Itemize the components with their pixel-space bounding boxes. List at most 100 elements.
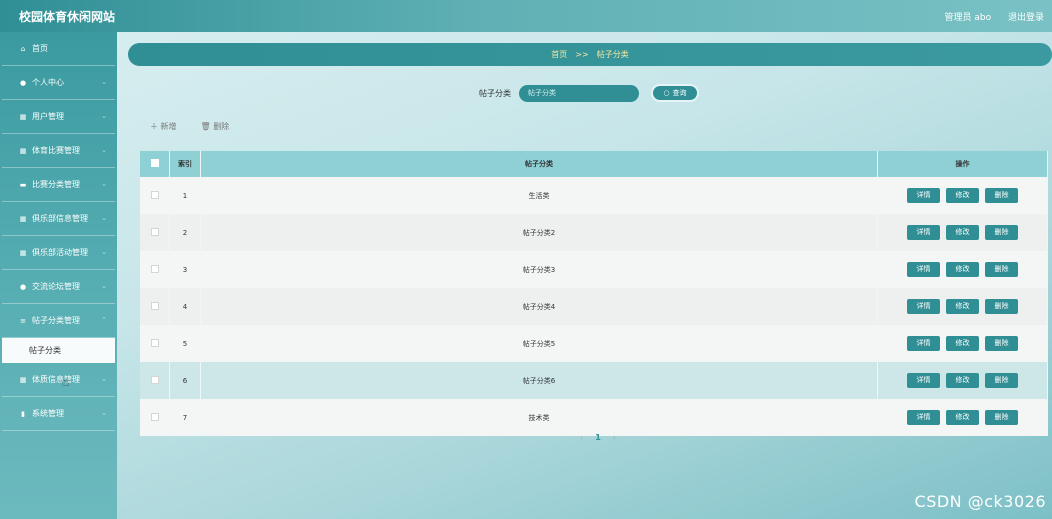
query-button[interactable]: ○ 查询 (651, 84, 699, 102)
detail-button[interactable]: 详情 (907, 373, 940, 388)
home-icon: ⌂ (20, 44, 26, 53)
chevron-down-icon: ⌄ (101, 282, 107, 290)
sidebar-item-home[interactable]: ⌂ 首页 (2, 32, 115, 66)
row-checkbox[interactable] (150, 301, 159, 310)
sidebar-item-label: 俱乐部活动管理 (32, 248, 88, 257)
table-row: 3 帖子分类3 详情 修改 删除 (140, 251, 1048, 288)
chevron-down-icon: ⌄ (101, 248, 107, 256)
detail-button[interactable]: 详情 (907, 188, 940, 203)
edit-button[interactable]: 修改 (946, 262, 979, 277)
trash-icon: 🗑 (200, 122, 211, 131)
row-delete-button[interactable]: 删除 (985, 225, 1018, 240)
sidebar-item-post-category[interactable]: ≡ 帖子分类管理 ⌃ (2, 304, 115, 338)
sidebar-subitem-post-category[interactable]: 帖子分类 (2, 338, 115, 363)
row-delete-button[interactable]: 删除 (985, 373, 1018, 388)
select-all-checkbox[interactable] (150, 159, 159, 167)
sidebar-item-sports-match[interactable]: ▦ 体育比赛管理 ⌄ (2, 134, 115, 168)
row-ops: 详情 修改 删除 (877, 288, 1048, 325)
user-icon: ● (19, 282, 27, 291)
sidebar-item-club-info[interactable]: ▦ 俱乐部信息管理 ⌄ (2, 202, 115, 236)
add-label: 新增 (160, 122, 177, 131)
row-select-cell (140, 251, 170, 288)
sidebar-item-label: 帖子分类管理 (32, 316, 80, 325)
row-ops: 详情 修改 删除 (877, 399, 1048, 436)
detail-button[interactable]: 详情 (907, 299, 940, 314)
detail-button[interactable]: 详情 (907, 336, 940, 351)
sidebar-item-forum[interactable]: ● 交流论坛管理 ⌄ (2, 270, 115, 304)
table-icon: ▦ (19, 375, 27, 384)
row-index: 2 (169, 214, 201, 251)
table-row: 5 帖子分类5 详情 修改 删除 (140, 325, 1048, 362)
sidebar-item-club-activity[interactable]: ▦ 俱乐部活动管理 ⌄ (2, 236, 115, 270)
row-delete-button[interactable]: 删除 (985, 188, 1018, 203)
detail-button[interactable]: 详情 (907, 262, 940, 277)
chevron-down-icon: ⌄ (101, 112, 107, 120)
edit-button[interactable]: 修改 (946, 336, 979, 351)
edit-button[interactable]: 修改 (946, 373, 979, 388)
sidebar-item-label: 用户管理 (32, 112, 64, 121)
delete-label: 删除 (213, 122, 230, 131)
row-select-cell (140, 362, 170, 399)
grid-icon: ▦ (19, 214, 27, 223)
sidebar-item-system[interactable]: ▮ 系统管理 ⌄ (2, 397, 115, 431)
row-select-cell (140, 177, 170, 214)
row-index: 3 (169, 251, 201, 288)
row-category: 生活类 (200, 177, 878, 214)
row-delete-button[interactable]: 删除 (985, 336, 1018, 351)
row-delete-button[interactable]: 删除 (985, 410, 1018, 425)
sidebar-item-match-category[interactable]: ▬ 比赛分类管理 ⌄ (2, 168, 115, 202)
edit-button[interactable]: 修改 (946, 225, 979, 240)
row-checkbox[interactable] (150, 190, 159, 199)
row-checkbox[interactable] (150, 264, 159, 273)
row-delete-button[interactable]: 删除 (985, 262, 1018, 277)
breadcrumb-current: 帖子分类 (596, 50, 629, 59)
row-category: 帖子分类3 (200, 251, 878, 288)
chevron-down-icon: ⌄ (101, 146, 107, 154)
search-icon: ○ (663, 89, 670, 97)
top-right-menu: 管理员 abo 退出登录 (931, 10, 1045, 23)
current-page[interactable]: 1 (595, 433, 601, 442)
add-button[interactable]: ＋ 新增 (150, 121, 177, 132)
prev-page-button[interactable]: ‹ (580, 433, 583, 442)
sidebar-item-label: 体育比赛管理 (32, 146, 80, 155)
row-category: 技术类 (200, 399, 878, 436)
edit-button[interactable]: 修改 (946, 299, 979, 314)
list-icon: ≡ (20, 316, 26, 325)
table-row: 4 帖子分类4 详情 修改 删除 (140, 288, 1048, 325)
row-ops: 详情 修改 删除 (877, 214, 1048, 251)
row-checkbox[interactable] (150, 375, 159, 384)
header-ops: 操作 (877, 151, 1048, 177)
breadcrumb-home[interactable]: 首页 (551, 49, 567, 60)
row-checkbox[interactable] (150, 338, 159, 347)
top-bar: 校园体育休闲网站 管理员 abo 退出登录 (0, 0, 1052, 32)
sidebar-item-profile[interactable]: ● 个人中心 ⌄ (2, 66, 115, 100)
row-ops: 详情 修改 删除 (877, 251, 1048, 288)
row-category: 帖子分类6 (200, 362, 878, 399)
sidebar-item-label: 比赛分类管理 (32, 180, 80, 189)
edit-button[interactable]: 修改 (946, 410, 979, 425)
user-label[interactable]: 管理员 abo (945, 13, 992, 23)
app-title: 校园体育休闲网站 (19, 10, 116, 24)
row-checkbox[interactable] (150, 412, 159, 421)
watermark: CSDN @ck3026 (914, 492, 1046, 511)
sidebar-item-label: 系统管理 (32, 409, 64, 418)
row-delete-button[interactable]: 删除 (985, 299, 1018, 314)
chevron-down-icon: ⌄ (101, 409, 107, 417)
grid-icon: ▦ (19, 146, 27, 155)
delete-button[interactable]: 🗑 删除 (201, 121, 230, 132)
row-ops: 详情 修改 删除 (877, 325, 1048, 362)
row-checkbox[interactable] (150, 227, 159, 236)
search-input[interactable]: 帖子分类 (519, 84, 639, 102)
detail-button[interactable]: 详情 (907, 225, 940, 240)
row-index: 6 (169, 362, 201, 399)
sidebar-item-label: 首页 (32, 44, 48, 53)
row-ops: 详情 修改 删除 (877, 362, 1048, 399)
edit-button[interactable]: 修改 (946, 188, 979, 203)
hand-cursor-icon: ☝ (62, 375, 70, 389)
logout-link[interactable]: 退出登录 (1008, 13, 1044, 23)
row-select-cell (140, 399, 170, 436)
sidebar-item-fitness[interactable]: ▦ 体质信息管理 ⌄ (2, 363, 115, 397)
next-page-button[interactable]: › (613, 433, 616, 442)
detail-button[interactable]: 详情 (907, 410, 940, 425)
sidebar-item-users[interactable]: ▦ 用户管理 ⌄ (2, 100, 115, 134)
